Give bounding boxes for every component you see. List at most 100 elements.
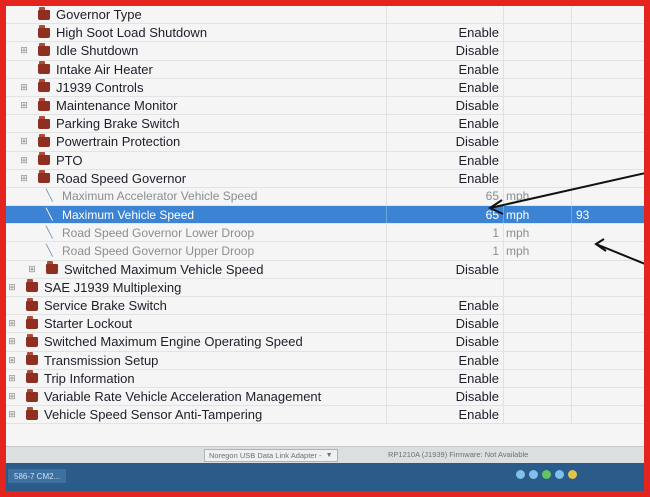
parameter-value[interactable]: Disable (386, 334, 502, 349)
tree-row[interactable]: ⊞ Maintenance Monitor Disable (6, 96, 644, 116)
tree-row-name: PTO (38, 152, 83, 168)
parameter-value[interactable]: Enable (386, 407, 502, 422)
parameter-value[interactable]: Enable (386, 298, 502, 313)
parameter-value[interactable]: Enable (386, 80, 502, 95)
expand-toggle-icon[interactable]: ⊞ (7, 355, 17, 366)
tray-icon[interactable] (529, 470, 538, 479)
parameter-value[interactable]: 1 (386, 244, 502, 258)
parameter-value[interactable]: Enable (386, 153, 502, 168)
tree-row-name: Vehicle Speed Sensor Anti-Tampering (26, 406, 263, 423)
tree-row-label: Vehicle Speed Sensor Anti-Tampering (44, 407, 263, 423)
tree-row[interactable]: ⊞ Idle Shutdown Disable (6, 42, 644, 61)
column-divider (571, 369, 572, 387)
tree-row[interactable]: Governor Type (6, 6, 644, 25)
column-divider (503, 315, 504, 333)
adapter-select[interactable]: Noregon USB Data Link Adapter - ▼ (204, 449, 338, 462)
parameter-value[interactable]: 1 (386, 226, 502, 240)
taskbar-item[interactable]: 586-7 CM2... (8, 469, 67, 483)
folder-icon (46, 261, 58, 275)
tray-icon[interactable] (516, 470, 525, 479)
tree-row[interactable]: ⊞ Powertrain Protection Disable (6, 133, 644, 152)
tree-row-name: Transmission Setup (26, 352, 158, 368)
expand-toggle-icon[interactable]: ⊞ (7, 336, 17, 347)
tree-row-name: ╲ Road Speed Governor Upper Droop (46, 244, 254, 258)
folder-icon (26, 388, 38, 402)
expand-toggle-icon[interactable]: ⊞ (19, 100, 29, 111)
tree-row[interactable]: ╲ Maximum Accelerator Vehicle Speed 65 mph (6, 187, 644, 207)
tree-row-name: Trip Information (26, 370, 135, 386)
tray-icon[interactable] (568, 470, 577, 479)
expand-toggle-icon[interactable]: ⊞ (19, 155, 29, 166)
parameter-value[interactable]: Enable (386, 25, 502, 40)
column-divider (571, 333, 572, 351)
column-divider (503, 224, 504, 242)
column-divider (571, 6, 572, 24)
expand-toggle-icon[interactable]: ⊞ (7, 282, 17, 293)
expand-toggle-icon[interactable]: ⊞ (7, 318, 17, 329)
tree-row[interactable]: ⊞ Switched Maximum Vehicle Speed Disable (6, 260, 644, 279)
folder-icon (38, 97, 50, 111)
tree-row-selected[interactable]: ╲ Maximum Vehicle Speed 65 mph 93 (6, 206, 644, 225)
parameter-value[interactable]: Enable (386, 62, 502, 77)
folder-icon (38, 79, 50, 93)
tree-row[interactable]: Intake Air Heater Enable (6, 60, 644, 79)
expand-toggle-icon[interactable]: ⊞ (19, 45, 29, 56)
tree-row[interactable]: ⊞ Transmission Setup Enable (6, 351, 644, 370)
column-divider (503, 96, 504, 115)
tree-row-label: SAE J1939 Multiplexing (44, 279, 182, 295)
parameter-value[interactable]: Enable (386, 353, 502, 368)
chevron-down-icon: ▼ (325, 452, 333, 459)
column-divider (571, 151, 572, 169)
taskbar-item-label: 586-7 CM2... (14, 471, 61, 481)
column-divider (503, 133, 504, 151)
tree-row[interactable]: ⊞ J1939 Controls Enable (6, 78, 644, 97)
folder-icon (38, 42, 50, 56)
parameter-value[interactable]: 65 (386, 208, 502, 222)
expand-toggle-icon[interactable]: ⊞ (7, 409, 17, 420)
tree-row[interactable]: ⊞ Starter Lockout Disable (6, 315, 644, 334)
parameter-value[interactable]: Disable (386, 316, 502, 331)
column-divider (571, 24, 572, 42)
expand-toggle-icon[interactable]: ⊞ (7, 373, 17, 384)
parameter-value[interactable]: Disable (386, 98, 502, 113)
parameter-value[interactable]: Disable (386, 262, 502, 277)
tree-row[interactable]: Service Brake Switch Enable (6, 297, 644, 316)
parameter-icon: ╲ (46, 190, 53, 203)
tray-icon[interactable] (555, 470, 564, 479)
expand-toggle-icon[interactable]: ⊞ (19, 136, 29, 147)
parameter-tree[interactable]: Governor Type High Soot Load Shutdown Enab… (6, 6, 644, 425)
tree-row[interactable]: ⊞ SAE J1939 Multiplexing (6, 278, 644, 297)
tree-row[interactable]: ⊞ Vehicle Speed Sensor Anti-Tampering Enab… (6, 406, 644, 425)
expand-toggle-icon[interactable]: ⊞ (19, 82, 29, 93)
expand-toggle-icon[interactable]: ⊞ (7, 391, 17, 402)
parameter-unit: mph (506, 189, 530, 204)
expand-toggle-icon[interactable]: ⊞ (19, 173, 29, 184)
tree-row[interactable]: High Soot Load Shutdown Enable (6, 24, 644, 43)
tree-row-label: Road Speed Governor (56, 170, 187, 186)
tree-row[interactable]: ╲ Road Speed Governor Lower Droop 1 mph (6, 224, 644, 243)
tree-row[interactable]: ⊞ Switched Maximum Engine Operating Speed… (6, 333, 644, 352)
adapter-select-label: Noregon USB Data Link Adapter - (209, 451, 322, 460)
tree-row-name: Maintenance Monitor (38, 97, 177, 113)
parameter-value[interactable]: 65 (386, 189, 502, 203)
tree-row[interactable]: ⊞ Variable Rate Vehicle Acceleration Mana… (6, 387, 644, 407)
parameter-extra-value: 93 (576, 207, 590, 222)
tree-row-label: Variable Rate Vehicle Acceleration Manag… (44, 389, 322, 405)
tree-row[interactable]: Parking Brake Switch Enable (6, 115, 644, 134)
tree-row[interactable]: ⊞ Road Speed Governor Enable (6, 169, 644, 188)
tree-row[interactable]: ⊞ PTO Enable (6, 151, 644, 170)
parameter-value[interactable]: Disable (386, 389, 502, 404)
parameter-value[interactable]: Enable (386, 371, 502, 386)
tree-row-name: SAE J1939 Multiplexing (26, 279, 182, 295)
parameter-icon: ╲ (46, 208, 53, 221)
tree-row-name: ╲ Maximum Accelerator Vehicle Speed (46, 189, 257, 203)
tree-row-name: ╲ Road Speed Governor Lower Droop (46, 226, 254, 240)
tray-icon[interactable] (542, 470, 551, 479)
parameter-value[interactable]: Enable (386, 171, 502, 186)
tree-row[interactable]: ⊞ Trip Information Enable (6, 369, 644, 388)
tree-row[interactable]: ╲ Road Speed Governor Upper Droop 1 mph (6, 242, 644, 261)
parameter-value[interactable]: Enable (386, 116, 502, 131)
parameter-value[interactable]: Disable (386, 134, 502, 149)
parameter-value[interactable]: Disable (386, 43, 502, 58)
expand-toggle-icon[interactable]: ⊞ (27, 264, 37, 275)
